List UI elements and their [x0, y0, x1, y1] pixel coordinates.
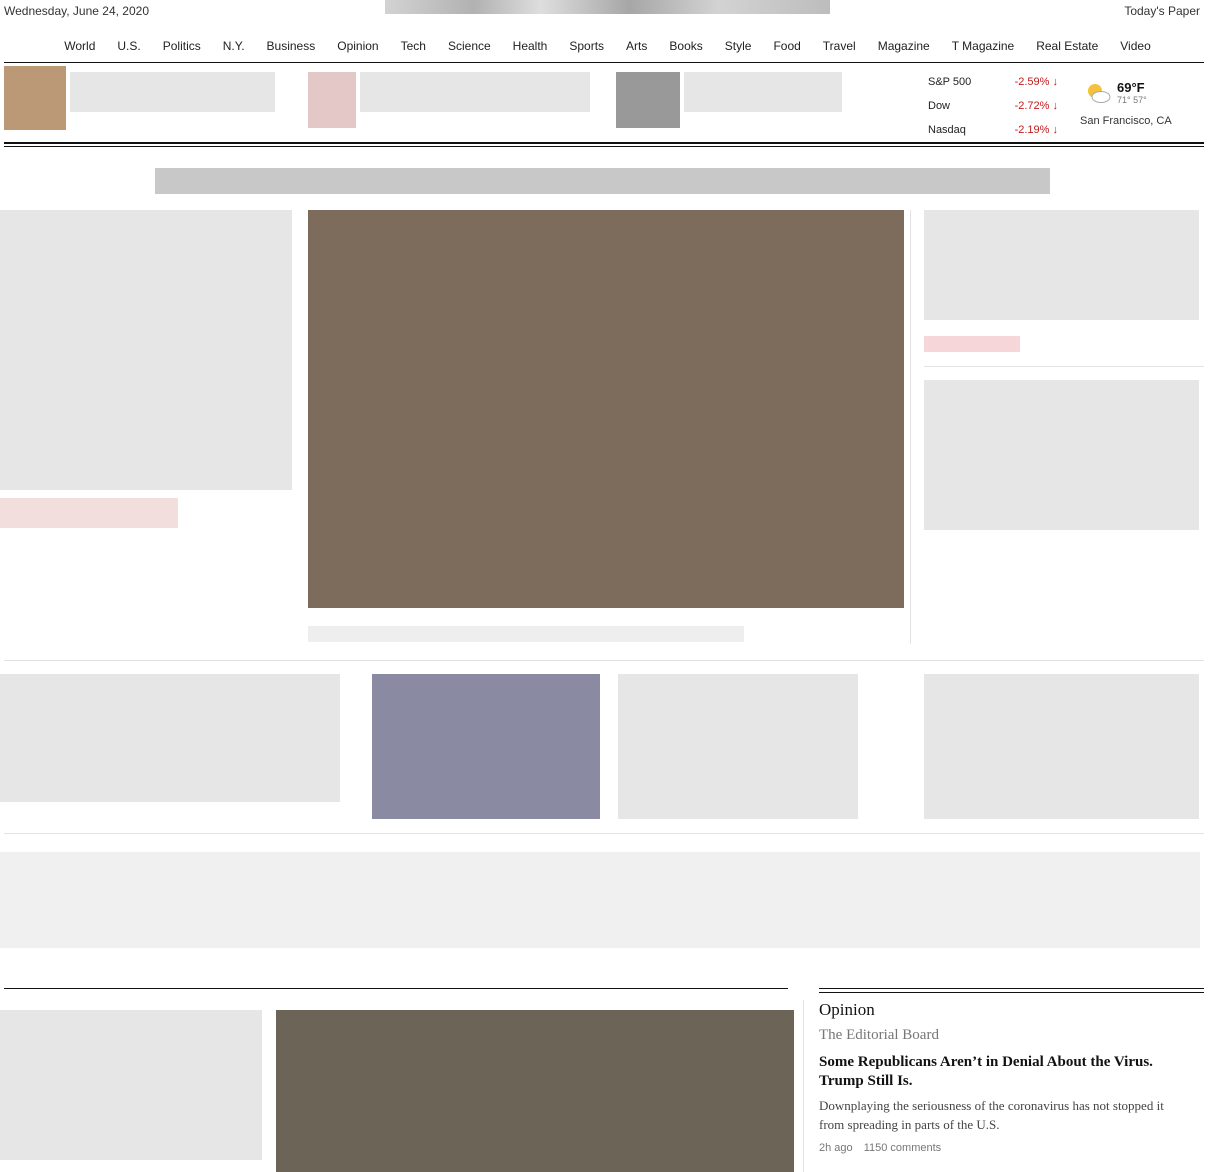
nav-t-magazine[interactable]: T Magazine	[941, 37, 1025, 59]
nav-business[interactable]: Business	[256, 37, 327, 59]
weather-widget[interactable]: 69°F 71° 57° San Francisco, CA	[1080, 80, 1200, 127]
nav-sports[interactable]: Sports	[558, 37, 615, 59]
story-row2-3[interactable]	[924, 674, 1199, 819]
column-divider-2	[803, 1000, 804, 1172]
header-rule-2	[4, 146, 1204, 147]
story-row2-photo[interactable]	[372, 674, 600, 819]
nav-us[interactable]: U.S.	[106, 37, 151, 59]
opinion-meta: 2h ago 1150 comments	[819, 1142, 949, 1154]
lead-photo[interactable]	[308, 210, 904, 608]
story-row2-2[interactable]	[618, 674, 858, 819]
nav-rule	[4, 62, 1204, 63]
story-row2-1[interactable]	[0, 674, 340, 802]
nav-travel[interactable]: Travel	[812, 37, 867, 59]
weather-temp: 69°F	[1117, 80, 1145, 95]
weather-hilo: 71° 57°	[1117, 95, 1147, 105]
opinion-headline[interactable]: Some Republicans Aren’t in Denial About …	[819, 1053, 1179, 1091]
top-banner-headline[interactable]	[155, 168, 1050, 194]
side-story-1-tag[interactable]	[924, 336, 1020, 352]
nav-food[interactable]: Food	[762, 37, 811, 59]
header-rule	[4, 142, 1204, 144]
opinion-author[interactable]: The Editorial Board	[819, 1027, 939, 1044]
side-divider	[924, 366, 1204, 367]
market-row: Nasdaq -2.19% ↓	[928, 118, 1058, 142]
market-row: S&P 500 -2.59% ↓	[928, 70, 1058, 94]
market-name: S&P 500	[928, 76, 972, 88]
nav-politics[interactable]: Politics	[152, 37, 212, 59]
nav-arts[interactable]: Arts	[615, 37, 658, 59]
bottom-story-photo[interactable]	[276, 1010, 794, 1172]
date: Wednesday, June 24, 2020	[4, 4, 149, 18]
markets-ticker[interactable]: S&P 500 -2.59% ↓ Dow -2.72% ↓ Nasdaq -2.…	[928, 70, 1058, 142]
nav-world[interactable]: World	[53, 37, 106, 59]
briefing-thumb-3[interactable]	[616, 72, 680, 128]
market-change: -2.72% ↓	[1014, 100, 1059, 112]
nav-ny[interactable]: N.Y.	[212, 37, 256, 59]
down-arrow-icon: ↓	[1052, 76, 1059, 88]
column-divider	[910, 210, 911, 644]
down-arrow-icon: ↓	[1052, 100, 1059, 112]
briefing-text-3[interactable]	[684, 72, 842, 112]
bottom-story-text[interactable]	[0, 1010, 262, 1160]
section-divider	[4, 660, 1204, 661]
nav-magazine[interactable]: Magazine	[867, 37, 941, 59]
opinion-comments-link[interactable]: 1150 comments	[864, 1142, 941, 1154]
lead-photo-caption	[308, 626, 744, 642]
opinion-time: 2h ago	[819, 1142, 853, 1154]
story-row3[interactable]	[0, 852, 1200, 948]
masthead-logo[interactable]	[385, 0, 830, 14]
opinion-rule	[819, 988, 1204, 989]
lead-story-tag[interactable]	[0, 498, 178, 528]
nav-real-estate[interactable]: Real Estate	[1025, 37, 1109, 59]
briefing-thumb-2[interactable]	[308, 72, 356, 128]
market-change: -2.19% ↓	[1014, 124, 1059, 136]
side-story-2[interactable]	[924, 380, 1199, 530]
section-nav: World U.S. Politics N.Y. Business Opinio…	[0, 37, 1215, 59]
opinion-summary[interactable]: Downplaying the seriousness of the coron…	[819, 1096, 1189, 1134]
side-story-1[interactable]	[924, 210, 1199, 320]
market-row: Dow -2.72% ↓	[928, 94, 1058, 118]
market-change: -2.59% ↓	[1014, 76, 1059, 88]
nav-tech[interactable]: Tech	[390, 37, 437, 59]
market-name: Dow	[928, 100, 951, 112]
nav-style[interactable]: Style	[714, 37, 763, 59]
weather-location: San Francisco, CA	[1080, 115, 1172, 127]
briefing-thumb-1[interactable]	[4, 66, 66, 130]
todays-paper-link[interactable]: Today's Paper	[1124, 4, 1200, 18]
nav-video[interactable]: Video	[1109, 37, 1161, 59]
nav-books[interactable]: Books	[658, 37, 713, 59]
nav-science[interactable]: Science	[437, 37, 502, 59]
briefing-text-1[interactable]	[70, 72, 275, 112]
bottom-rule-left	[4, 988, 788, 989]
nav-opinion[interactable]: Opinion	[326, 37, 389, 59]
section-divider-2	[4, 833, 1204, 834]
lead-story-text[interactable]	[0, 210, 292, 490]
down-arrow-icon: ↓	[1052, 124, 1059, 136]
opinion-rule-2	[819, 992, 1204, 993]
nav-health[interactable]: Health	[502, 37, 559, 59]
opinion-section-label[interactable]: Opinion	[819, 1000, 875, 1020]
market-name: Nasdaq	[928, 124, 966, 136]
briefing-text-2[interactable]	[360, 72, 590, 112]
